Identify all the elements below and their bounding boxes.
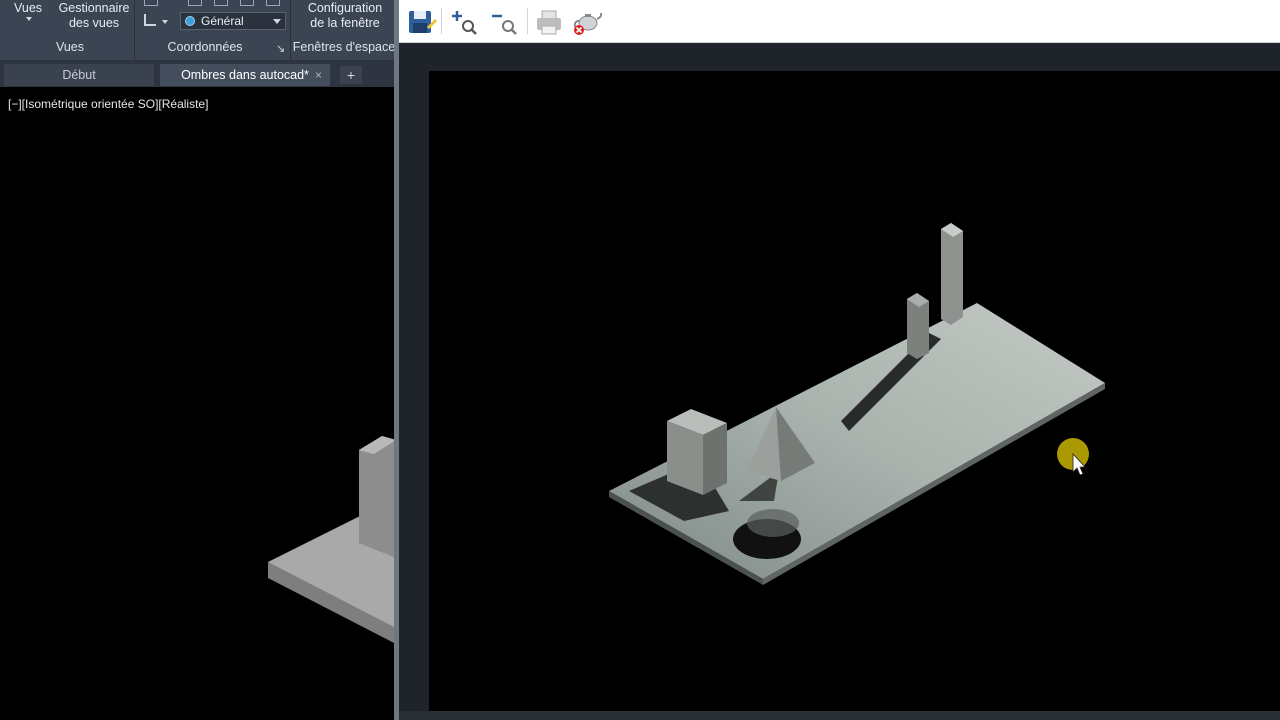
tab-document-label: Ombres dans autocad* [181,68,309,82]
globe-icon [185,16,195,26]
render-preview-window [399,0,1280,720]
view-manager-label-2: des vues [68,16,120,30]
panel-title-vues: Vues [55,40,85,54]
chevron-down-icon[interactable] [26,17,32,21]
close-preview-icon[interactable] [571,5,603,37]
preview-toolbar [399,0,1280,43]
toolbar-separator [527,8,528,34]
render-cube-side [703,423,727,495]
panel-title-fenetres: Fenêtres d'espace [292,40,396,54]
viewport-config-label-2: de la fenêtre [310,16,380,30]
ucs-combo[interactable]: Général [180,12,286,30]
toolbar-separator [441,8,442,34]
render-sphere-highlight [747,509,799,537]
file-tabs: Début Ombres dans autocad* × + [0,61,396,87]
view-manager-label-1: Gestionnaire [58,1,130,15]
viewport-model [268,436,396,644]
viewport-config-label-1: Configuration [307,1,383,15]
ribbon: Vues Gestionnaire des vues Général Confi… [0,0,396,61]
tab-document[interactable]: Ombres dans autocad* × [160,64,330,86]
view-manager-button[interactable]: Gestionnaire des vues [52,0,132,36]
ucs-icon[interactable] [144,0,158,6]
preview-bottom-border [399,711,1280,720]
close-icon[interactable]: × [315,64,322,86]
drawing-viewport[interactable]: [−][Isométrique orientée SO][Réaliste] [4,88,396,720]
ucs-view-icon[interactable] [240,0,254,6]
ucs-origin-icon[interactable] [214,0,228,6]
chevron-down-icon[interactable] [162,20,168,24]
viewport-config-button[interactable]: Configuration de la fenêtre [298,0,392,36]
ucs-world-icon[interactable] [188,0,202,6]
panel-launcher-icon[interactable]: ↘ [276,42,285,55]
panel-title-coordonnees: Coordonnées [167,40,243,54]
ribbon-divider [134,0,135,60]
zoom-in-icon[interactable] [449,5,481,37]
tab-start[interactable]: Début [4,64,154,86]
ucs-combo-value: Général [201,14,244,28]
autocad-window: Vues Gestionnaire des vues Général Confi… [0,0,396,720]
model-block [359,436,396,558]
zoom-out-icon[interactable] [489,5,521,37]
ucs-object-icon[interactable] [266,0,280,6]
save-icon[interactable] [405,5,437,37]
render-column-tall [941,223,963,325]
rendered-scene [609,223,1105,585]
render-canvas[interactable] [429,71,1280,711]
chevron-down-icon [273,19,281,24]
ribbon-divider [290,0,291,60]
ucs-axis-icon[interactable] [144,14,156,26]
add-tab-button[interactable]: + [340,66,362,84]
vues-dropdown-label[interactable]: Vues [14,0,42,16]
print-icon[interactable] [533,5,565,37]
